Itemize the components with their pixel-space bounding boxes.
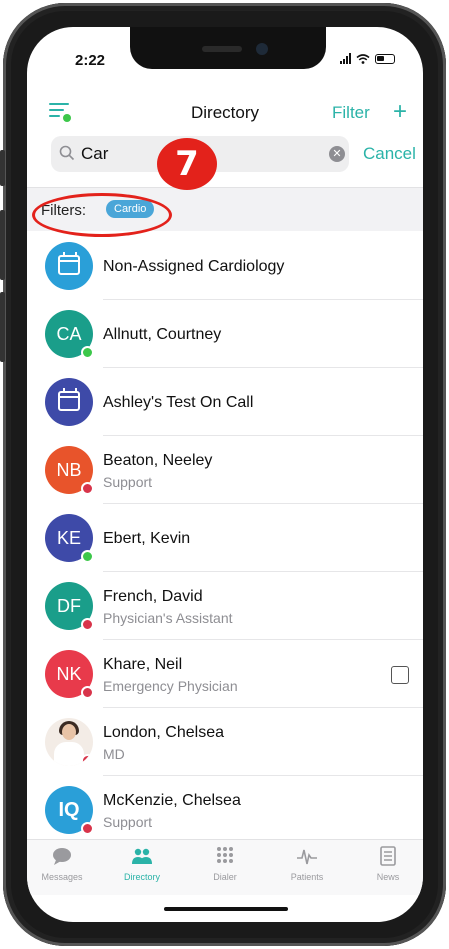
contact-name: Ebert, Kevin [103, 530, 191, 547]
contact-role: MD [103, 746, 125, 762]
contact-role: Support [103, 474, 153, 490]
contact-role: Emergency Physician [103, 678, 238, 694]
contact-name: McKenzie, Chelsea [103, 792, 241, 809]
wifi-icon [356, 53, 370, 64]
tab-label: Directory [123, 872, 160, 882]
tab-bar: Messages Directory Dialer Patients News [27, 839, 423, 895]
contact-name: Allnutt, Courtney [103, 326, 222, 343]
list-item[interactable]: DF French, David Physician's Assistant [27, 572, 423, 640]
contact-name: London, Chelsea [103, 724, 224, 741]
cancel-button[interactable]: Cancel [363, 144, 416, 164]
people-icon [132, 848, 152, 864]
presence-busy-icon [81, 754, 93, 766]
contact-name: Ashley's Test On Call [103, 394, 254, 411]
tab-patients[interactable]: Patients [272, 846, 342, 882]
status-time: 2:22 [75, 52, 106, 69]
dialpad-icon [217, 847, 233, 863]
avatar: NB [45, 446, 94, 495]
list-item[interactable]: Ashley's Test On Call [27, 368, 423, 436]
newspaper-icon [380, 846, 396, 866]
calendar-icon [45, 378, 93, 426]
clear-search-icon[interactable]: ✕ [329, 146, 345, 162]
volume-down-button [0, 292, 5, 362]
notch [130, 27, 326, 69]
filter-button[interactable]: Filter [332, 103, 370, 123]
mute-switch [0, 150, 5, 186]
tab-label: News [376, 872, 400, 882]
avatar-initials: DF [57, 596, 81, 616]
presence-available-icon [81, 346, 94, 359]
cellular-signal-icon [340, 53, 351, 64]
contact-name: French, David [103, 588, 203, 605]
presence-busy-icon [81, 618, 94, 631]
list-item[interactable]: London, Chelsea MD [27, 708, 423, 776]
tab-directory[interactable]: Directory [107, 846, 177, 882]
avatar: DF [45, 582, 94, 631]
list-item[interactable]: Non-Assigned Cardiology [27, 232, 423, 300]
front-camera [256, 43, 268, 55]
presence-busy-icon [81, 686, 94, 699]
tab-messages[interactable]: Messages [27, 846, 97, 882]
contact-name: Khare, Neil [103, 656, 183, 673]
step-number-badge: 7 [157, 138, 217, 190]
avatar: IQ [45, 786, 94, 835]
chat-bubble-icon [53, 848, 71, 865]
pulse-icon [297, 849, 317, 865]
contact-role: Support [103, 814, 153, 830]
list-item[interactable]: CA Allnutt, Courtney [27, 300, 423, 368]
speaker [202, 46, 242, 52]
list-item[interactable]: IQ McKenzie, Chelsea Support [27, 776, 423, 840]
avatar-initials: KE [56, 528, 81, 548]
list-item[interactable]: NB Beaton, Neeley Support [27, 436, 423, 504]
nav-bar: Directory Filter + [27, 95, 423, 131]
calendar-icon [45, 242, 93, 290]
battery-icon [375, 53, 395, 64]
list-item[interactable]: KE Ebert, Kevin [27, 504, 423, 572]
presence-available-icon [81, 550, 94, 563]
home-indicator[interactable] [164, 907, 288, 911]
phone-screen: 2:22 Directory Filter + Car ✕ Cancel 7 F… [27, 27, 423, 922]
search-icon [59, 145, 75, 161]
tab-label: Dialer [213, 872, 237, 882]
avatar-initials: CA [56, 324, 82, 344]
contact-name: Non-Assigned Cardiology [103, 258, 285, 275]
tab-news[interactable]: News [353, 846, 423, 882]
search-row: ✕ Cancel [27, 134, 423, 174]
avatar-initials: NB [56, 460, 82, 480]
avatar: CA [45, 310, 94, 359]
tab-label: Messages [41, 872, 83, 882]
add-icon[interactable]: + [393, 100, 407, 124]
contact-name: Beaton, Neeley [103, 452, 213, 469]
status-icons [340, 53, 395, 64]
contact-role: Physician's Assistant [103, 610, 233, 626]
note-icon[interactable] [391, 666, 409, 684]
annotation-highlight-ellipse [32, 193, 172, 237]
list-item[interactable]: NK Khare, Neil Emergency Physician [27, 640, 423, 708]
avatar-photo [45, 718, 93, 766]
avatar-initials: IQ [58, 799, 80, 821]
tab-dialer[interactable]: Dialer [190, 846, 260, 882]
presence-busy-icon [81, 822, 94, 835]
avatar-initials: NK [56, 664, 82, 684]
presence-busy-icon [81, 482, 94, 495]
tab-label: Patients [290, 872, 324, 882]
avatar: NK [45, 650, 94, 699]
avatar: KE [45, 514, 94, 563]
volume-up-button [0, 210, 5, 280]
